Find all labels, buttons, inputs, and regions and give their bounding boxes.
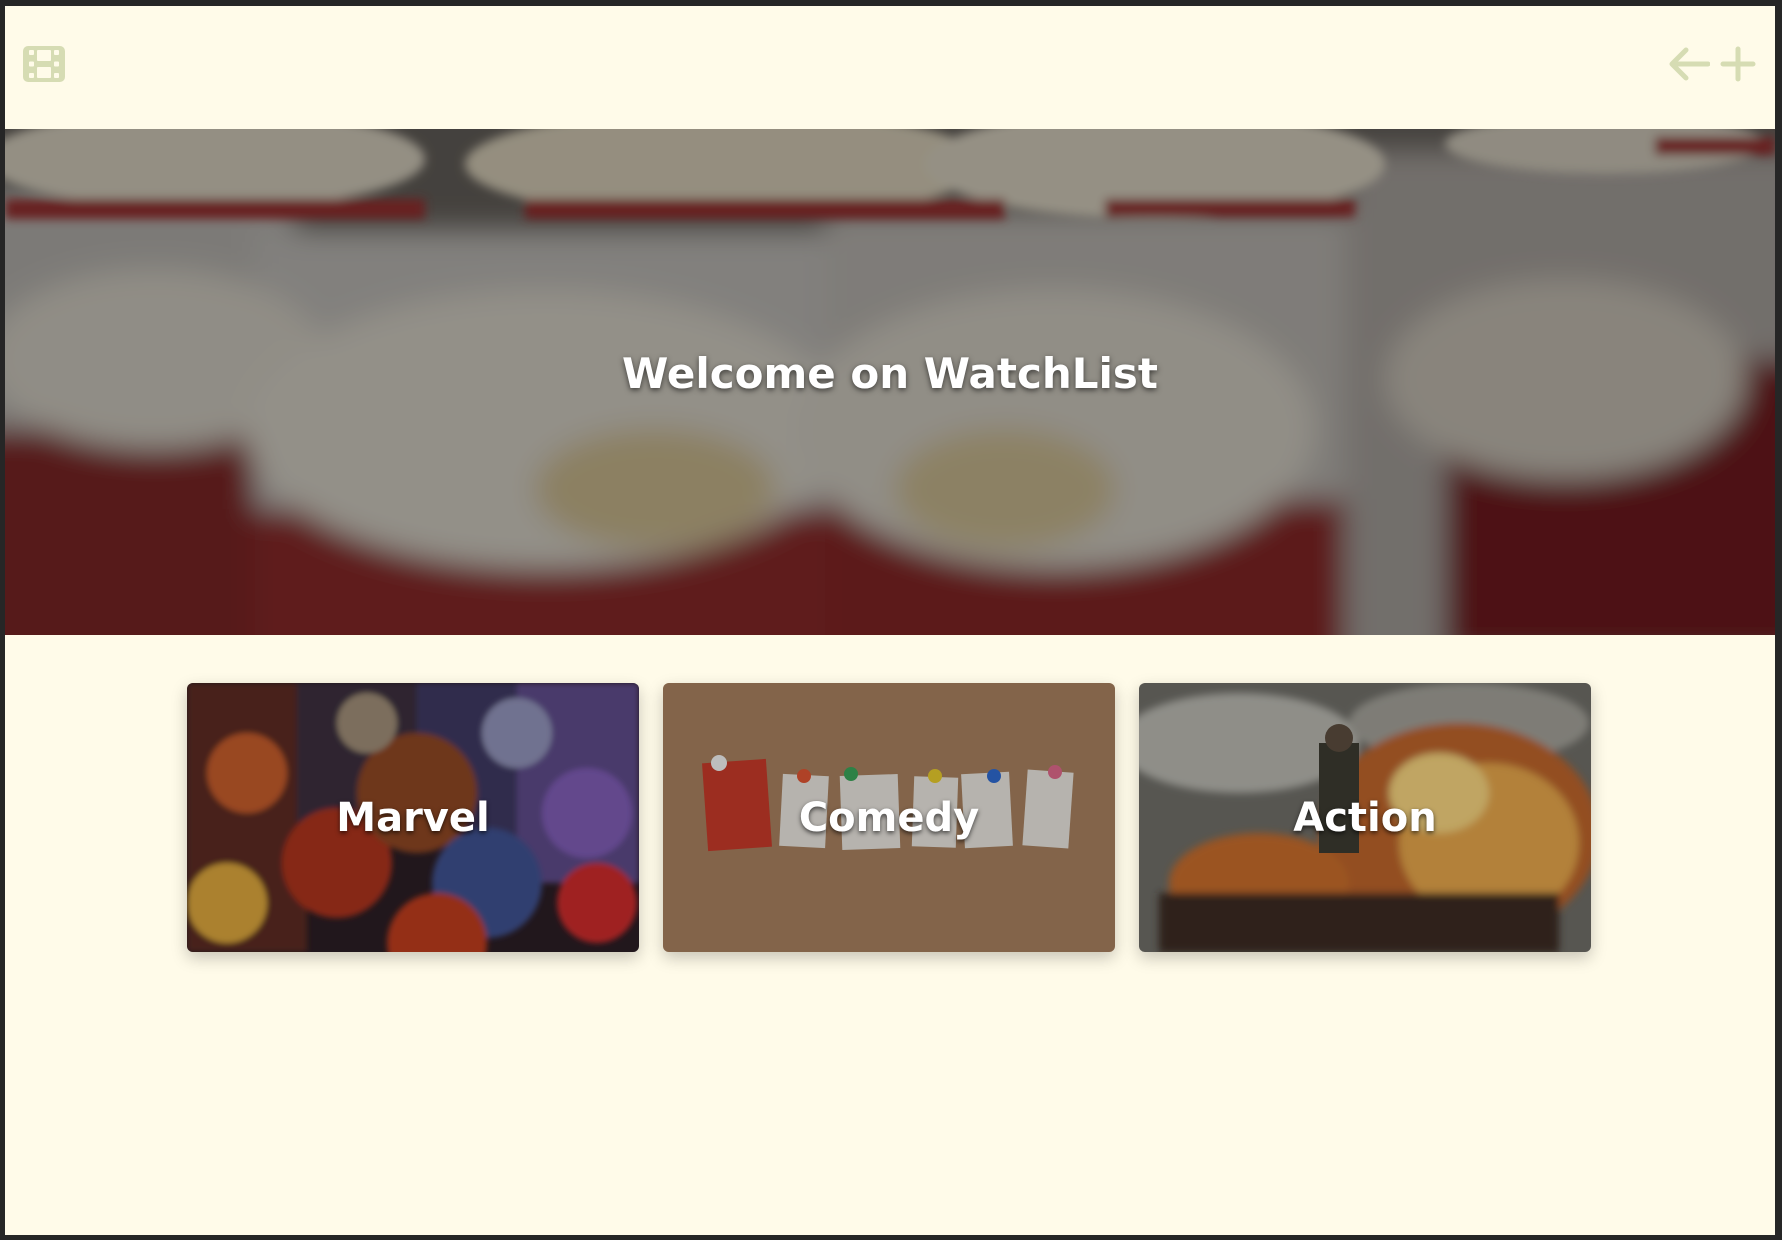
- hero-banner: Welcome on WatchList: [5, 129, 1775, 635]
- film-icon[interactable]: [21, 44, 67, 84]
- category-card-action[interactable]: Action: [1139, 683, 1591, 952]
- category-label-marvel: Marvel: [336, 794, 490, 841]
- category-grid: Marvel Comedy Action: [187, 683, 1597, 953]
- plus-icon[interactable]: [1719, 46, 1757, 82]
- app-page: Welcome on WatchList Marvel Comedy Actio…: [5, 6, 1775, 1235]
- hero-title: Welcome on WatchList: [622, 348, 1158, 398]
- category-card-comedy[interactable]: Comedy: [663, 683, 1115, 952]
- category-card-marvel[interactable]: Marvel: [187, 683, 639, 952]
- category-label-action: Action: [1293, 794, 1437, 841]
- arrow-left-icon[interactable]: [1668, 46, 1711, 82]
- category-label-comedy: Comedy: [798, 794, 980, 841]
- top-bar: [5, 6, 1775, 129]
